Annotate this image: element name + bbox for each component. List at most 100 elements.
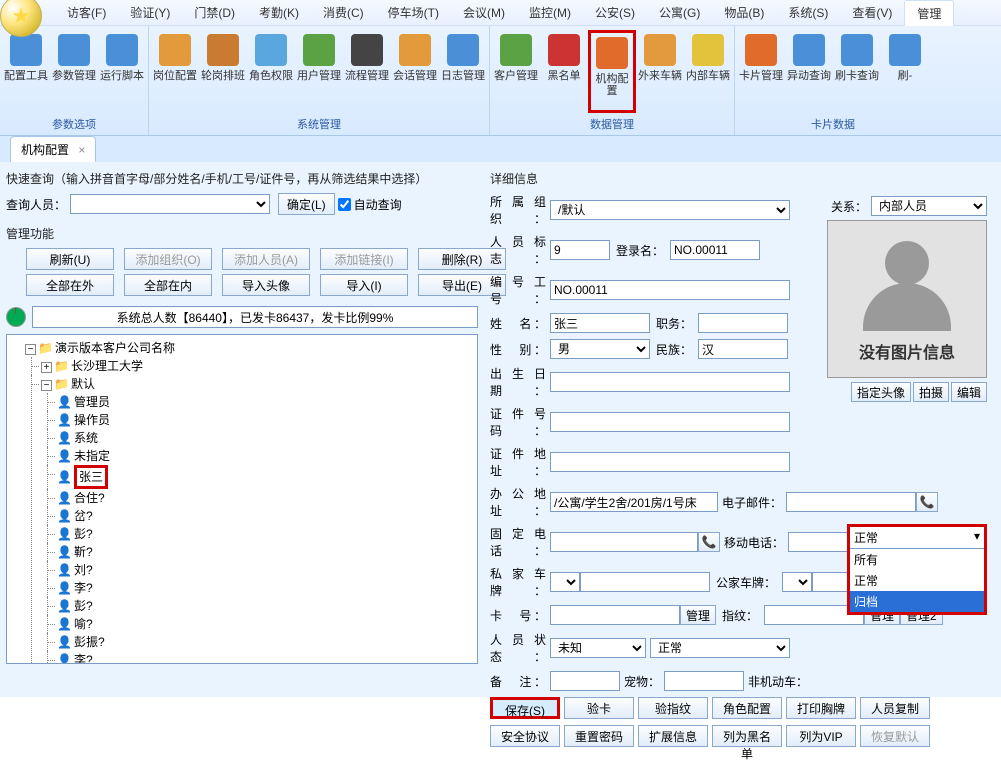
plate-prefix-select[interactable] [782, 572, 812, 592]
phone-icon[interactable]: 📞 [916, 492, 938, 512]
capture-button[interactable]: 拍摄 [913, 382, 949, 402]
login-input[interactable] [670, 240, 760, 260]
copy-person-button[interactable]: 人员复制 [860, 697, 930, 719]
menu-item[interactable]: 公安(S) [583, 0, 647, 25]
mgmt-button[interactable]: 添加链接(I) [320, 248, 408, 270]
sex-select[interactable]: 男 [550, 339, 650, 359]
dropdown-item[interactable]: 所有 [850, 549, 984, 570]
query-person-select[interactable] [70, 194, 270, 214]
reset-pwd-button[interactable]: 重置密码 [564, 725, 634, 747]
menu-item[interactable]: 访客(F) [55, 0, 118, 25]
edit-photo-button[interactable]: 编辑 [951, 382, 987, 402]
confirm-button[interactable]: 确定(L) [278, 193, 335, 215]
manage-button[interactable]: 管理 [680, 605, 716, 625]
ribbon-内部车辆[interactable]: 内部车辆 [684, 30, 732, 113]
org-tree[interactable]: −📁演示版本客户公司名称 +📁长沙理工大学 −📁默认 👤管理员👤操作员👤系统👤未… [6, 334, 478, 664]
ribbon-配置工具[interactable]: 配置工具 [2, 30, 50, 113]
verify-card-button[interactable]: 验卡 [564, 697, 634, 719]
relation-select[interactable]: 内部人员 [871, 196, 987, 216]
job-input[interactable] [698, 313, 788, 333]
mgmt-button[interactable]: 添加组织(O) [124, 248, 212, 270]
ribbon-日志管理[interactable]: 日志管理 [439, 30, 487, 113]
menu-item[interactable]: 门禁(D) [182, 0, 247, 25]
idaddr-input[interactable] [550, 452, 790, 472]
ribbon-外来车辆[interactable]: 外来车辆 [636, 30, 684, 113]
tree-person[interactable]: 张三 [79, 470, 103, 484]
state-select-1[interactable]: 未知 [550, 638, 646, 658]
tree-root[interactable]: 演示版本客户公司名称 [55, 341, 175, 355]
menu-item[interactable]: 公寓(G) [647, 0, 712, 25]
expand-icon[interactable]: + [41, 362, 52, 373]
menu-item[interactable]: 物品(B) [712, 0, 776, 25]
mgmt-button[interactable]: 导入(I) [320, 274, 408, 296]
ribbon-运行脚本[interactable]: 运行脚本 [98, 30, 146, 113]
menu-item[interactable]: 查看(V) [840, 0, 904, 25]
tree-person[interactable]: 未指定 [74, 449, 110, 463]
card-input[interactable] [550, 605, 680, 625]
ribbon-刷-[interactable]: 刷- [881, 30, 929, 113]
plate-prefix-select[interactable] [550, 572, 580, 592]
pet-input[interactable] [664, 671, 744, 691]
car1-input[interactable] [580, 572, 710, 592]
ribbon-会话管理[interactable]: 会话管理 [391, 30, 439, 113]
print-badge-button[interactable]: 打印胸牌 [786, 697, 856, 719]
menu-item[interactable]: 考勤(K) [247, 0, 311, 25]
save-button[interactable]: 保存(S) [490, 697, 560, 719]
tree-person[interactable]: 岔? [74, 509, 93, 523]
state-select-2[interactable]: 正常 [650, 638, 790, 658]
tab-org-config[interactable]: 机构配置 × [10, 136, 96, 162]
expand-icon[interactable]: − [41, 380, 52, 391]
ribbon-用户管理[interactable]: 用户管理 [295, 30, 343, 113]
ribbon-岗位配置[interactable]: 岗位配置 [151, 30, 199, 113]
mgmt-button[interactable]: 全部在内 [124, 274, 212, 296]
dropdown-item[interactable]: 正常 [850, 570, 984, 591]
ribbon-参数管理[interactable]: 参数管理 [50, 30, 98, 113]
mgmt-button[interactable]: 导入头像 [222, 274, 310, 296]
tab-close-icon[interactable]: × [78, 143, 85, 157]
menu-item[interactable]: 验证(Y) [118, 0, 182, 25]
remark-input[interactable] [550, 671, 620, 691]
name-input[interactable] [550, 313, 650, 333]
ribbon-刷卡查询[interactable]: 刷卡查询 [833, 30, 881, 113]
choose-avatar-button[interactable]: 指定头像 [851, 382, 911, 402]
ribbon-黑名单[interactable]: 黑名单 [540, 30, 588, 113]
ribbon-角色权限[interactable]: 角色权限 [247, 30, 295, 113]
tree-node[interactable]: 长沙理工大学 [71, 359, 143, 373]
org-select[interactable]: /默认 [550, 200, 790, 220]
menu-item[interactable]: 消费(C) [311, 0, 376, 25]
chevron-down-icon[interactable]: ▾ [974, 529, 980, 546]
tree-person[interactable]: 李? [74, 653, 93, 664]
security-button[interactable]: 安全协议 [490, 725, 560, 747]
tree-person[interactable]: 李? [74, 581, 93, 595]
mgmt-button[interactable]: 全部在外 [26, 274, 114, 296]
email-input[interactable] [786, 492, 916, 512]
tel-input[interactable] [550, 532, 698, 552]
menu-item[interactable]: 系统(S) [776, 0, 840, 25]
ribbon-异动查询[interactable]: 异动查询 [785, 30, 833, 113]
menu-item[interactable]: 监控(M) [517, 0, 583, 25]
menu-item-selected[interactable]: 管理 [904, 0, 954, 26]
tree-person[interactable]: 靳? [74, 545, 93, 559]
tree-person[interactable]: 彭振? [74, 635, 105, 649]
ribbon-卡片管理[interactable]: 卡片管理 [737, 30, 785, 113]
office-input[interactable] [550, 492, 718, 512]
tree-person[interactable]: 喻? [74, 617, 93, 631]
ribbon-机构配置[interactable]: 机构配置 [588, 30, 636, 113]
nation-input[interactable] [698, 339, 788, 359]
ribbon-轮岗排班[interactable]: 轮岗排班 [199, 30, 247, 113]
vip-button[interactable]: 列为VIP [786, 725, 856, 747]
tree-person[interactable]: 合住? [74, 491, 105, 505]
mgmt-button[interactable]: 添加人员(A) [222, 248, 310, 270]
person-id-input[interactable] [550, 240, 610, 260]
idno-input[interactable] [550, 412, 790, 432]
role-config-button[interactable]: 角色配置 [712, 697, 782, 719]
state-dropdown-open[interactable]: 正常▾ 所有 正常 归档 [847, 524, 987, 615]
tree-node[interactable]: 默认 [71, 377, 95, 391]
ribbon-客户管理[interactable]: 客户管理 [492, 30, 540, 113]
restore-button[interactable]: 恢复默认 [860, 725, 930, 747]
birth-input[interactable] [550, 372, 790, 392]
phone-icon[interactable]: 📞 [698, 532, 720, 552]
tree-person[interactable]: 系统 [74, 431, 98, 445]
tree-person[interactable]: 彭? [74, 527, 93, 541]
dropdown-item-highlighted[interactable]: 归档 [850, 591, 984, 612]
